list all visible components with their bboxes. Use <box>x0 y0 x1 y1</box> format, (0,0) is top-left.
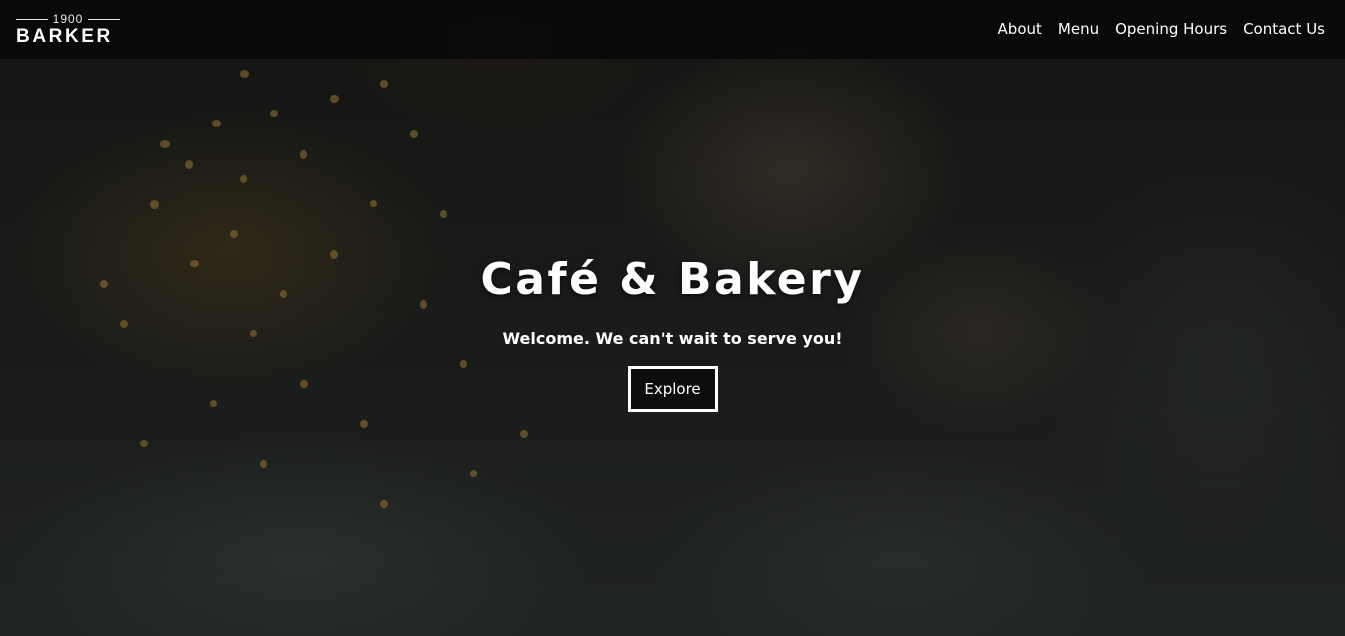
navbar: 1900 BARKER About Menu Opening Hours Con… <box>0 0 1345 59</box>
logo-year-row: 1900 <box>16 12 120 26</box>
logo-divider-right <box>87 18 120 20</box>
hero-subtitle: Welcome. We can't wait to serve you! <box>502 329 843 348</box>
nav-link-about[interactable]: About <box>998 18 1042 40</box>
hero-title: Café & Bakery <box>480 254 865 305</box>
explore-button[interactable]: Explore <box>627 366 718 412</box>
main-nav: About Menu Opening Hours Contact Us <box>998 18 1325 40</box>
logo-name: BARKER <box>16 26 113 47</box>
nav-link-contact-us[interactable]: Contact Us <box>1243 18 1325 40</box>
brand-logo[interactable]: 1900 BARKER <box>16 12 120 48</box>
hero-content: Café & Bakery Welcome. We can't wait to … <box>0 252 1345 412</box>
logo-year: 1900 <box>52 12 84 26</box>
nav-link-menu[interactable]: Menu <box>1058 18 1099 40</box>
nav-link-opening-hours[interactable]: Opening Hours <box>1115 18 1227 40</box>
hero-section: 1900 BARKER About Menu Opening Hours Con… <box>0 0 1345 636</box>
logo-divider-left <box>16 18 48 20</box>
